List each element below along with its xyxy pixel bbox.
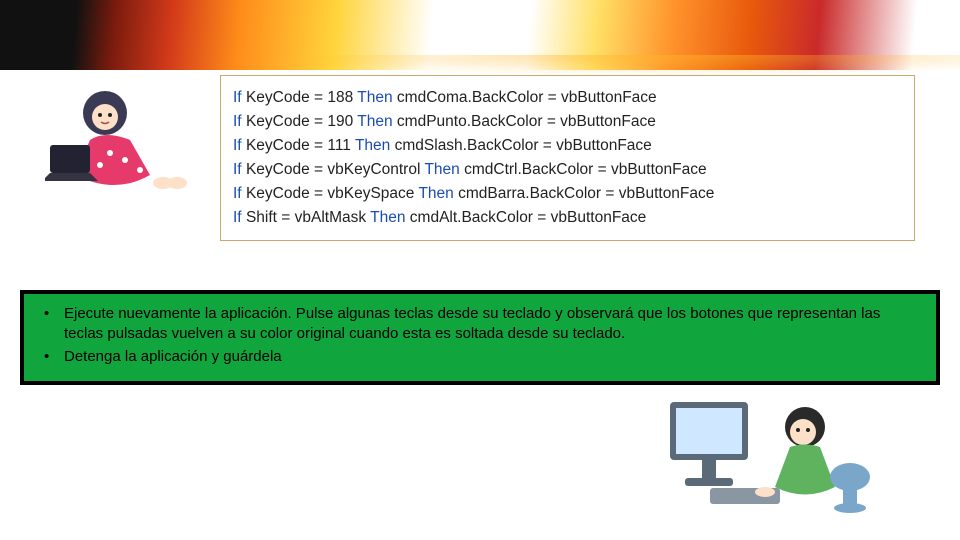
code-snippet-box: If KeyCode = 188 Then cmdComa.BackColor … [220,75,915,241]
code-line: If KeyCode = vbKeyControl Then cmdCtrl.B… [233,158,902,182]
boy-computer-icon [650,392,880,522]
girl-laptop-icon [45,75,195,205]
code-line: If KeyCode = 111 Then cmdSlash.BackColor… [233,134,902,158]
instruction-item: Ejecute nuevamente la aplicación. Pulse … [38,304,922,345]
code-line: If KeyCode = vbKeySpace Then cmdBarra.Ba… [233,182,902,206]
code-line: If KeyCode = 188 Then cmdComa.BackColor … [233,86,902,110]
code-line: If KeyCode = 190 Then cmdPunto.BackColor… [233,110,902,134]
instructions-list: Ejecute nuevamente la aplicación. Pulse … [38,304,922,367]
instructions-box: Ejecute nuevamente la aplicación. Pulse … [20,290,940,385]
illustration-girl-laptop [45,75,195,205]
code-line: If Shift = vbAltMask Then cmdAlt.BackCol… [233,206,902,230]
illustration-boy-computer [650,392,880,522]
decorative-banner [0,0,960,70]
instruction-item: Detenga la aplicación y guárdela [38,347,922,367]
content-row: If KeyCode = 188 Then cmdComa.BackColor … [45,75,915,241]
